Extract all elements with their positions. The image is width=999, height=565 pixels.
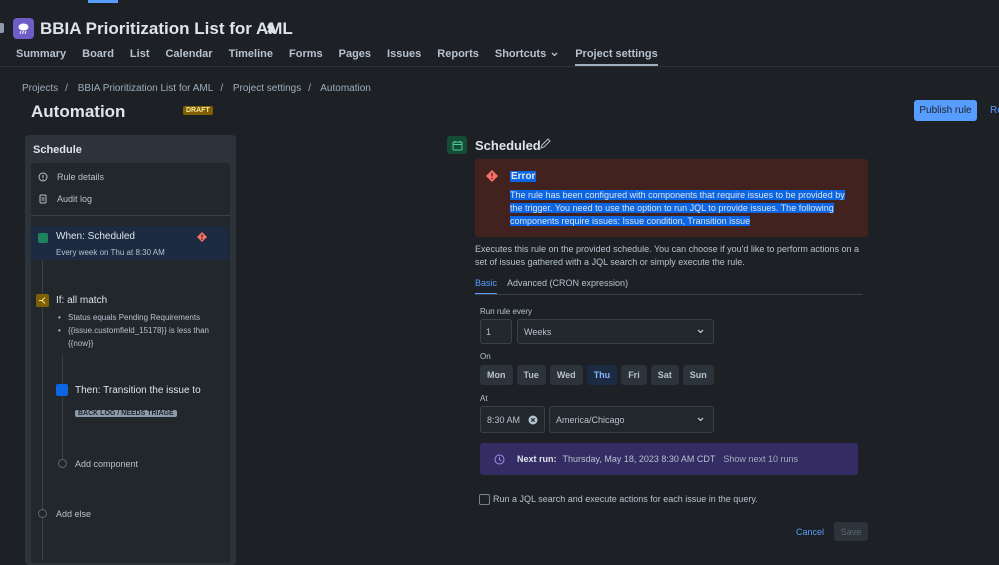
tab-forms[interactable]: Forms: [289, 48, 323, 66]
add-component-node: [58, 459, 67, 468]
header-divider: [0, 66, 999, 67]
tab-reports[interactable]: Reports: [437, 48, 479, 66]
time-value: 8:30 AM: [487, 414, 521, 425]
return-link[interactable]: Re: [990, 105, 999, 116]
show-next-runs-link[interactable]: Show next 10 runs: [723, 454, 798, 464]
tab-project-settings[interactable]: Project settings: [575, 48, 658, 66]
branch-icon: [36, 294, 49, 307]
project-title: BBIA Prioritization List for AML: [40, 19, 293, 38]
add-else-node: [38, 509, 47, 518]
component-title: Scheduled: [475, 138, 541, 153]
error-icon: [486, 170, 498, 185]
trigger-subtitle: Every week on Thu at 8:30 AM: [56, 248, 165, 257]
transition-icon: [56, 384, 68, 396]
tab-summary[interactable]: Summary: [16, 48, 66, 66]
breadcrumb-settings[interactable]: Project settings: [233, 83, 301, 94]
page-title: Automation: [31, 102, 126, 121]
run-every-label: Run rule every: [480, 307, 533, 316]
tab-list[interactable]: List: [130, 48, 150, 66]
run-interval-value: 1: [486, 326, 492, 337]
save-button[interactable]: Save: [834, 522, 868, 541]
calendar-icon: [447, 136, 467, 154]
error-title: Error: [510, 171, 537, 182]
action-title[interactable]: Then: Transition the issue to: [75, 384, 205, 397]
timezone-select[interactable]: America/Chicago: [549, 406, 714, 433]
clear-icon[interactable]: [528, 415, 538, 425]
next-run-panel: Next run: Thursday, May 18, 2023 8:30 AM…: [480, 443, 858, 475]
day-sat[interactable]: Sat: [650, 365, 679, 385]
day-mon[interactable]: Mon: [480, 365, 513, 385]
day-tue[interactable]: Tue: [516, 365, 546, 385]
tab-issues[interactable]: Issues: [387, 48, 421, 66]
description: Executes this rule on the provided sched…: [475, 244, 859, 267]
info-icon: [38, 172, 48, 182]
status-lozenge: BACK LOG / NEEDS TRIAGE: [75, 410, 177, 417]
edit-icon[interactable]: [539, 138, 551, 153]
condition-item[interactable]: {{issue.customfield_15178}} is less than…: [58, 324, 228, 350]
chevron-down-icon: [697, 329, 704, 334]
jql-checkbox[interactable]: [479, 494, 490, 505]
panel-divider: [31, 215, 230, 216]
time-input[interactable]: 8:30 AM: [480, 406, 545, 433]
day-picker: Mon Tue Wed Thu Fri Sat Sun: [480, 365, 714, 385]
sidebar-collapse-handle[interactable]: [0, 23, 4, 33]
breadcrumb-project[interactable]: BBIA Prioritization List for AML: [78, 83, 214, 94]
day-wed[interactable]: Wed: [549, 365, 583, 385]
document-icon: [39, 194, 47, 204]
chevron-down-icon: [551, 52, 558, 56]
breadcrumb: Projects / BBIA Prioritization List for A…: [22, 83, 371, 94]
day-fri[interactable]: Fri: [621, 365, 647, 385]
condition-list: Status equals Pending Requirements {{iss…: [58, 311, 228, 350]
add-component-button[interactable]: Add component: [75, 459, 138, 469]
top-accent-bar: [88, 0, 118, 3]
run-interval-input[interactable]: 1: [480, 319, 512, 344]
run-unit-value: Weeks: [524, 326, 552, 337]
tab-pages[interactable]: Pages: [339, 48, 371, 66]
rule-flow: [31, 163, 230, 563]
error-icon: [197, 232, 207, 245]
project-avatar-icon[interactable]: [13, 18, 34, 39]
on-label: On: [480, 352, 491, 361]
cancel-button[interactable]: Cancel: [796, 527, 824, 537]
breadcrumb-automation[interactable]: Automation: [320, 83, 371, 94]
run-unit-select[interactable]: Weeks: [517, 319, 714, 344]
publish-rule-button[interactable]: Publish rule: [914, 100, 977, 121]
rule-details-item[interactable]: Rule details: [38, 172, 104, 182]
tab-shortcuts-label: Shortcuts: [494, 48, 547, 60]
next-run-label: Next run:: [517, 454, 557, 464]
timezone-value: America/Chicago: [556, 414, 625, 425]
condition-title[interactable]: If: all match: [56, 295, 107, 306]
tab-timeline[interactable]: Timeline: [229, 48, 273, 66]
condition-item[interactable]: Status equals Pending Requirements: [58, 311, 228, 324]
day-thu[interactable]: Thu: [586, 365, 618, 385]
chevron-down-icon: [697, 417, 704, 422]
tab-shortcuts[interactable]: Shortcuts: [495, 48, 559, 66]
error-message: The rule has been configured with compon…: [510, 189, 855, 228]
calendar-icon: [38, 233, 48, 243]
tabs-divider: [475, 294, 863, 295]
panel-title: Schedule: [33, 144, 82, 156]
project-nav: Summary Board List Calendar Timeline For…: [16, 48, 674, 66]
next-run-value: Thursday, May 18, 2023 8:30 AM CDT: [562, 454, 716, 464]
day-sun[interactable]: Sun: [682, 365, 714, 385]
pin-icon[interactable]: [266, 22, 278, 37]
audit-log-item[interactable]: Audit log: [38, 194, 92, 204]
rule-details-label: Rule details: [57, 172, 105, 182]
audit-log-label: Audit log: [57, 194, 93, 204]
jql-checkbox-label[interactable]: Run a JQL search and execute actions for…: [493, 494, 758, 504]
trigger-title: When: Scheduled: [56, 231, 135, 242]
draft-badge: DRAFT: [183, 106, 213, 115]
at-label: At: [480, 394, 488, 403]
tab-calendar[interactable]: Calendar: [165, 48, 212, 66]
add-else-button[interactable]: Add else: [56, 509, 91, 519]
breadcrumb-projects[interactable]: Projects: [22, 83, 58, 94]
clock-icon: [494, 454, 505, 464]
tab-advanced[interactable]: Advanced (CRON expression): [507, 278, 628, 295]
error-message-text: The rule has been configured with compon…: [510, 190, 845, 226]
tab-basic[interactable]: Basic: [475, 278, 498, 295]
tab-board[interactable]: Board: [82, 48, 114, 66]
schedule-tabs: Basic Advanced (CRON expression): [475, 278, 628, 295]
flow-line: [62, 355, 63, 465]
